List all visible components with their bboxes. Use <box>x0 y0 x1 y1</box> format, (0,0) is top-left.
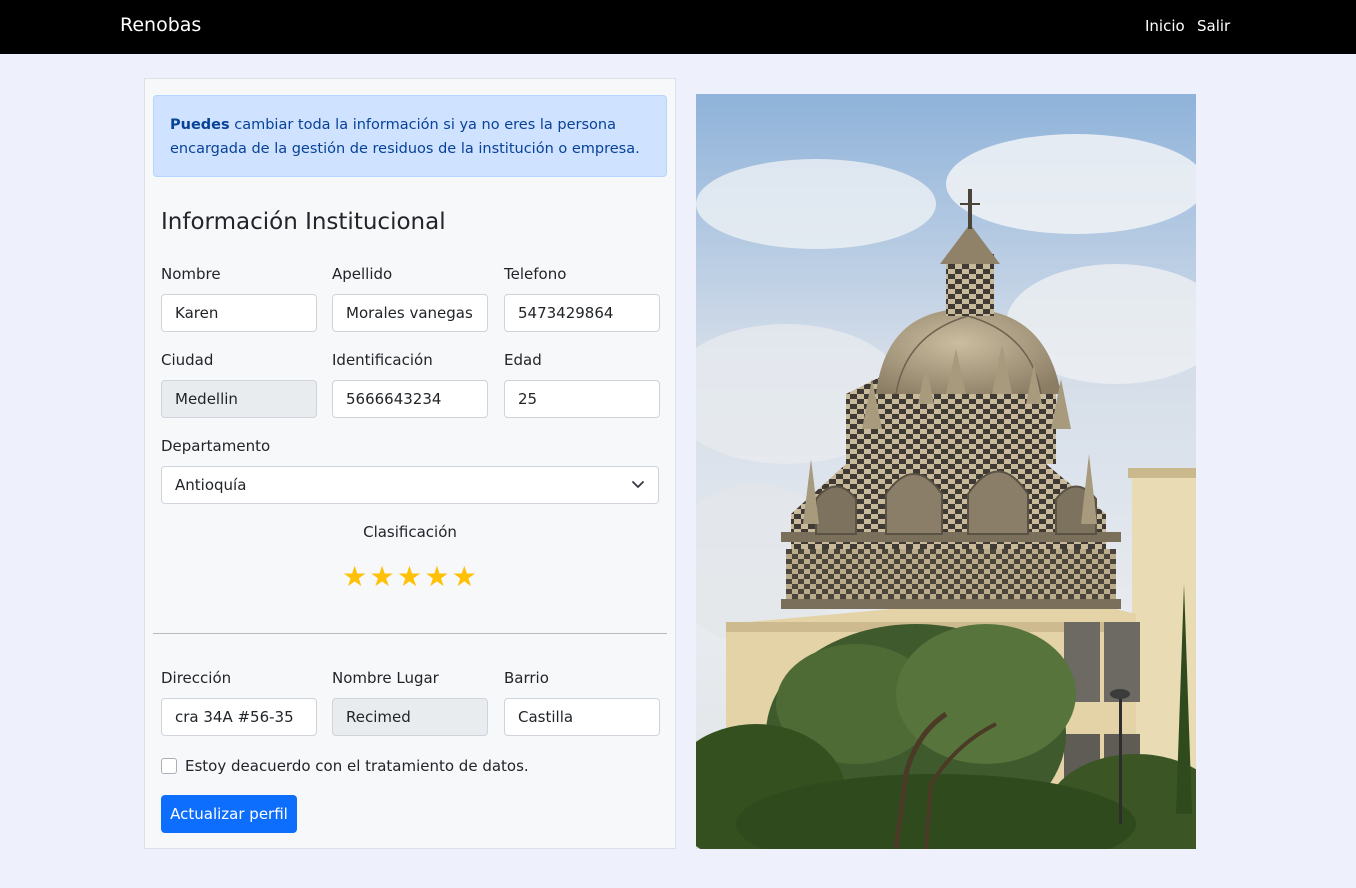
star-rating[interactable]: ★ ★ ★ ★ ★ <box>341 563 481 593</box>
ciudad-label: Ciudad <box>161 351 214 369</box>
departamento-label: Departamento <box>161 437 271 455</box>
alert-text-line1: cambiar toda la información si ya no ere… <box>229 117 616 133</box>
brand-logo[interactable]: Renobas <box>120 14 201 36</box>
building-illustration <box>696 94 1196 849</box>
departamento-select[interactable]: Antioquía <box>161 466 659 504</box>
barrio-label: Barrio <box>504 669 549 687</box>
barrio-input[interactable]: Castilla <box>504 698 660 736</box>
ciudad-input: Medellin <box>161 380 317 418</box>
nombre-label: Nombre <box>161 265 221 283</box>
identificacion-input[interactable]: 5666643234 <box>332 380 488 418</box>
direccion-label: Dirección <box>161 669 232 687</box>
star-icon[interactable]: ★ <box>368 563 395 591</box>
profile-form-card: Puedes cambiar toda la información si ya… <box>144 78 676 849</box>
nav-link-salir[interactable]: Salir <box>1197 17 1230 35</box>
data-consent-checkbox[interactable] <box>161 758 177 774</box>
data-consent-label[interactable]: Estoy deacuerdo con el tratamiento de da… <box>185 757 529 775</box>
rating-label: Clasificación <box>363 523 457 541</box>
departamento-selected-value: Antioquía <box>175 476 247 494</box>
alert-bold-text: Puedes <box>170 117 230 133</box>
info-alert: Puedes cambiar toda la información si ya… <box>153 95 667 177</box>
direccion-input[interactable]: cra 34A #56-35 <box>161 698 317 736</box>
nombre-lugar-label: Nombre Lugar <box>332 669 439 687</box>
data-consent-row: Estoy deacuerdo con el tratamiento de da… <box>161 755 529 777</box>
navbar: Renobas Inicio Salir <box>0 0 1356 54</box>
edad-input[interactable]: 25 <box>504 380 660 418</box>
nombre-lugar-input: Recimed <box>332 698 488 736</box>
star-icon[interactable]: ★ <box>423 563 450 591</box>
star-icon[interactable]: ★ <box>341 563 368 591</box>
star-icon[interactable]: ★ <box>396 563 423 591</box>
apellido-input[interactable]: Morales vanegas <box>332 294 488 332</box>
update-profile-button[interactable]: Actualizar perfil <box>161 795 297 833</box>
apellido-label: Apellido <box>332 265 393 283</box>
alert-text-line2: encargada de la gestión de residuos de l… <box>170 141 640 157</box>
building-photo <box>696 94 1196 849</box>
section-title: Información Institucional <box>161 209 446 235</box>
identificacion-label: Identificación <box>332 351 433 369</box>
star-icon[interactable]: ★ <box>451 563 478 591</box>
nombre-input[interactable]: Karen <box>161 294 317 332</box>
edad-label: Edad <box>504 351 542 369</box>
divider <box>153 633 667 634</box>
telefono-label: Telefono <box>504 265 567 283</box>
telefono-input[interactable]: 5473429864 <box>504 294 660 332</box>
chevron-down-icon <box>632 481 644 488</box>
nav-link-inicio[interactable]: Inicio <box>1145 17 1185 35</box>
